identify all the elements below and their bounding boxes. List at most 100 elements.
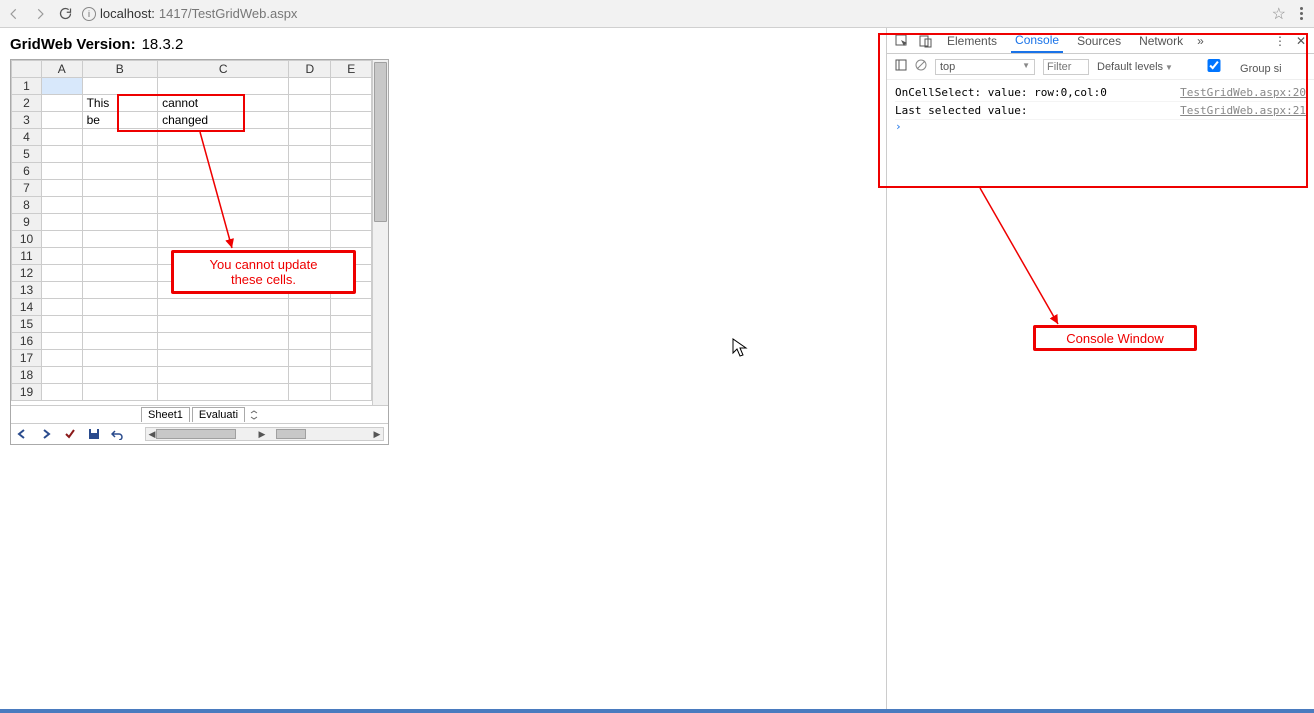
cell[interactable] [289, 231, 331, 248]
group-checkbox[interactable]: Group si [1191, 59, 1282, 75]
row-header[interactable]: 19 [12, 384, 42, 401]
cell[interactable] [42, 367, 83, 384]
forward-button[interactable] [32, 6, 48, 22]
submit-icon[interactable] [63, 427, 77, 441]
cell[interactable] [289, 163, 331, 180]
cell[interactable] [42, 146, 83, 163]
col-header[interactable]: C [158, 61, 289, 78]
cell[interactable] [331, 163, 372, 180]
cell[interactable] [42, 350, 83, 367]
console-sidebar-icon[interactable] [895, 59, 907, 74]
devtools-close-icon[interactable]: ✕ [1296, 34, 1306, 48]
cell[interactable] [331, 95, 372, 112]
tab-sources[interactable]: Sources [1073, 30, 1125, 52]
cell[interactable] [42, 180, 83, 197]
vertical-scrollbar[interactable] [372, 60, 388, 405]
cell[interactable]: changed [158, 112, 289, 129]
cell[interactable] [289, 299, 331, 316]
tab-scroll-icon[interactable] [247, 410, 261, 420]
cell[interactable] [82, 282, 158, 299]
cell[interactable] [158, 316, 289, 333]
next-icon[interactable] [39, 427, 53, 441]
back-button[interactable] [6, 6, 22, 22]
cell[interactable] [42, 248, 83, 265]
cell[interactable] [82, 333, 158, 350]
undo-icon[interactable] [111, 427, 125, 441]
cell[interactable] [289, 78, 331, 95]
cell[interactable] [82, 78, 158, 95]
cell[interactable] [42, 163, 83, 180]
cell[interactable] [42, 316, 83, 333]
cell[interactable] [158, 197, 289, 214]
sheet-tab[interactable]: Evaluati [192, 407, 245, 422]
devtools-menu-icon[interactable]: ⋮ [1274, 34, 1286, 48]
row-header[interactable]: 6 [12, 163, 42, 180]
cell[interactable] [82, 316, 158, 333]
context-selector[interactable]: top [935, 59, 1035, 75]
spreadsheet-grid[interactable]: A B C D E 1 2Thiscannot 3bechanged 4 5 6… [11, 60, 372, 401]
row-header[interactable]: 16 [12, 333, 42, 350]
cell[interactable] [42, 384, 83, 401]
cell[interactable] [289, 316, 331, 333]
cell[interactable] [158, 384, 289, 401]
filter-input[interactable] [1043, 59, 1089, 75]
row-header[interactable]: 3 [12, 112, 42, 129]
cell[interactable] [82, 163, 158, 180]
chrome-menu-icon[interactable] [1294, 7, 1308, 20]
row-header[interactable]: 12 [12, 265, 42, 282]
cell[interactable] [158, 367, 289, 384]
col-header[interactable]: E [331, 61, 372, 78]
cell[interactable] [82, 367, 158, 384]
cell[interactable] [289, 146, 331, 163]
row-header[interactable]: 4 [12, 129, 42, 146]
cell[interactable] [158, 146, 289, 163]
cell[interactable] [42, 333, 83, 350]
row-header[interactable]: 1 [12, 78, 42, 95]
cell[interactable] [42, 78, 83, 95]
row-header[interactable]: 7 [12, 180, 42, 197]
cell[interactable] [331, 180, 372, 197]
clear-console-icon[interactable] [915, 59, 927, 74]
col-header[interactable]: A [42, 61, 83, 78]
cell[interactable] [82, 214, 158, 231]
cell[interactable] [42, 282, 83, 299]
cell[interactable] [158, 231, 289, 248]
col-header[interactable]: B [82, 61, 158, 78]
cell[interactable] [289, 367, 331, 384]
more-tabs-icon[interactable]: » [1197, 34, 1204, 48]
cell[interactable] [331, 367, 372, 384]
cell[interactable]: This [82, 95, 158, 112]
cell[interactable] [82, 180, 158, 197]
cell[interactable] [42, 129, 83, 146]
cell[interactable] [289, 129, 331, 146]
cell[interactable] [158, 333, 289, 350]
log-source-link[interactable]: TestGridWeb.aspx:20 [1180, 86, 1306, 99]
cell[interactable] [158, 214, 289, 231]
cell[interactable] [82, 248, 158, 265]
cell[interactable] [42, 214, 83, 231]
tab-elements[interactable]: Elements [943, 30, 1001, 52]
cell[interactable] [331, 197, 372, 214]
row-header[interactable]: 10 [12, 231, 42, 248]
cell[interactable] [158, 163, 289, 180]
address-bar[interactable]: i localhost:1417/TestGridWeb.aspx [82, 6, 1264, 21]
cell[interactable] [42, 265, 83, 282]
cell[interactable] [82, 350, 158, 367]
log-source-link[interactable]: TestGridWeb.aspx:21 [1180, 104, 1306, 117]
row-header[interactable]: 13 [12, 282, 42, 299]
cell[interactable] [289, 95, 331, 112]
row-header[interactable]: 17 [12, 350, 42, 367]
cell[interactable] [82, 299, 158, 316]
cell[interactable] [158, 78, 289, 95]
row-header[interactable]: 15 [12, 316, 42, 333]
bookmark-star-icon[interactable]: ☆ [1272, 4, 1286, 24]
cell[interactable] [331, 112, 372, 129]
cell[interactable] [158, 350, 289, 367]
cell[interactable] [331, 214, 372, 231]
cell[interactable] [289, 214, 331, 231]
cell[interactable] [42, 231, 83, 248]
cell[interactable]: be [82, 112, 158, 129]
tab-network[interactable]: Network [1135, 30, 1187, 52]
cell[interactable] [82, 197, 158, 214]
cell[interactable] [158, 180, 289, 197]
